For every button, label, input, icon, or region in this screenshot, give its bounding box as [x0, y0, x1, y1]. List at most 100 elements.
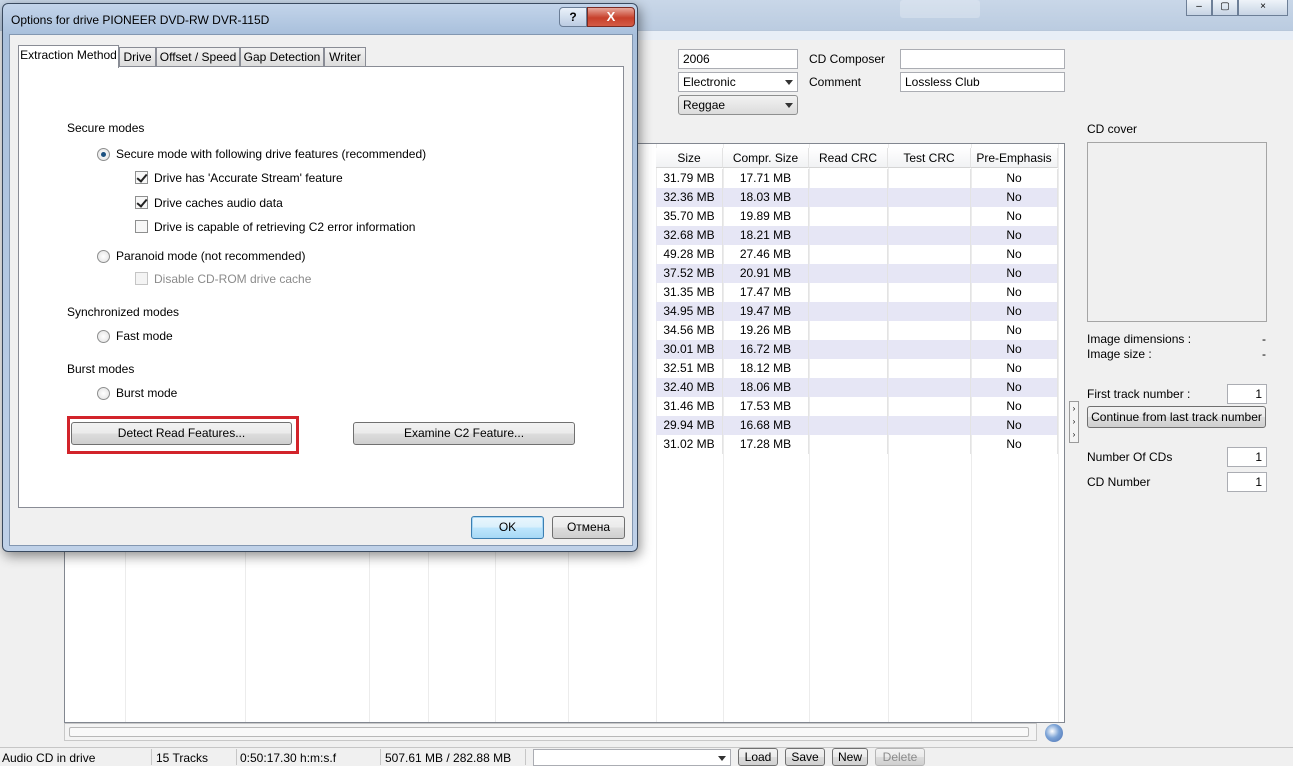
cell-size: 35.70 MB: [656, 207, 723, 226]
caches-audio-checkbox[interactable]: [135, 196, 148, 209]
year-field[interactable]: 2006: [678, 49, 798, 69]
number-of-cds-field[interactable]: 1: [1227, 447, 1267, 467]
close-button[interactable]: X: [587, 7, 635, 27]
table-body: 31.79 MB 17.71 MB No 32.36 MB 18.03 MB No 35.7…: [656, 169, 1058, 454]
column-header-test-crc[interactable]: Test CRC: [888, 148, 971, 168]
genre2-select[interactable]: Reggae: [678, 95, 798, 115]
cd-number-field[interactable]: 1: [1227, 472, 1267, 492]
tab-extraction-method[interactable]: Extraction Method: [18, 45, 119, 68]
c2-error-label[interactable]: Drive is capable of retrieving C2 error …: [154, 220, 415, 234]
delete-button[interactable]: Delete: [875, 748, 925, 766]
column-header-read-crc[interactable]: Read CRC: [809, 148, 888, 168]
cell-test-crc: [888, 226, 971, 245]
table-row[interactable]: 49.28 MB 27.46 MB No: [656, 245, 1058, 264]
help-button[interactable]: ?: [559, 7, 587, 27]
tab-writer[interactable]: Writer: [324, 47, 366, 67]
cell-compr-size: 17.53 MB: [723, 397, 809, 416]
genre-select[interactable]: Electronic: [678, 72, 798, 92]
comment-label: Comment: [809, 75, 862, 89]
cell-read-crc: [809, 169, 888, 188]
table-row[interactable]: 31.46 MB 17.53 MB No: [656, 397, 1058, 416]
first-track-field[interactable]: 1: [1227, 384, 1267, 404]
new-button[interactable]: New: [832, 748, 868, 766]
horizontal-scrollbar[interactable]: [64, 723, 1037, 741]
cell-size: 32.36 MB: [656, 188, 723, 207]
cell-test-crc: [888, 416, 971, 435]
fast-mode-radio[interactable]: [97, 330, 110, 343]
cd-composer-field[interactable]: [900, 49, 1065, 69]
fast-mode-label[interactable]: Fast mode: [116, 329, 173, 343]
tab-offset-speed[interactable]: Offset / Speed: [156, 47, 240, 67]
ok-button[interactable]: OK: [471, 516, 544, 539]
maximize-icon[interactable]: ▢: [1212, 0, 1238, 16]
examine-c2-feature-button[interactable]: Examine C2 Feature...: [353, 422, 575, 445]
secure-mode-label[interactable]: Secure mode with following drive feature…: [116, 147, 426, 161]
tab-drive[interactable]: Drive: [119, 47, 156, 67]
table-row[interactable]: 30.01 MB 16.72 MB No: [656, 340, 1058, 359]
close-icon[interactable]: ×: [1238, 0, 1288, 16]
table-row[interactable]: 37.52 MB 20.91 MB No: [656, 264, 1058, 283]
comment-field[interactable]: Lossless Club: [900, 72, 1065, 92]
detect-read-features-button[interactable]: Detect Read Features...: [71, 422, 292, 445]
table-row[interactable]: 32.36 MB 18.03 MB No: [656, 188, 1058, 207]
table-row[interactable]: 31.02 MB 17.28 MB No: [656, 435, 1058, 454]
paranoid-mode-radio[interactable]: [97, 250, 110, 263]
status-separator: [236, 749, 237, 765]
secure-mode-radio[interactable]: [97, 148, 110, 161]
cd-cover-label: CD cover: [1087, 122, 1138, 136]
drive-status-text: Audio CD in drive: [2, 751, 96, 765]
table-row[interactable]: 34.56 MB 19.26 MB No: [656, 321, 1058, 340]
cell-pre-emphasis: No: [971, 188, 1058, 207]
cell-size: 30.01 MB: [656, 340, 723, 359]
cell-compr-size: 18.03 MB: [723, 188, 809, 207]
load-button[interactable]: Load: [738, 748, 778, 766]
table-row[interactable]: 31.79 MB 17.71 MB No: [656, 169, 1058, 188]
table-row[interactable]: 32.40 MB 18.06 MB No: [656, 378, 1058, 397]
table-row[interactable]: 35.70 MB 19.89 MB No: [656, 207, 1058, 226]
table-row[interactable]: 31.35 MB 17.47 MB No: [656, 283, 1058, 302]
paranoid-mode-label[interactable]: Paranoid mode (not recommended): [116, 249, 305, 263]
panel-toggle-button[interactable]: › › ›: [1069, 401, 1079, 443]
disc-icon[interactable]: [1045, 724, 1063, 742]
cell-pre-emphasis: No: [971, 264, 1058, 283]
cell-read-crc: [809, 226, 888, 245]
continue-from-last-track-button[interactable]: Continue from last track number: [1087, 406, 1266, 428]
genre-select-value: Electronic: [683, 75, 736, 89]
cell-size: 49.28 MB: [656, 245, 723, 264]
burst-mode-label[interactable]: Burst mode: [116, 386, 177, 400]
burst-mode-radio[interactable]: [97, 387, 110, 400]
column-header-size[interactable]: Size: [656, 148, 723, 168]
profile-select[interactable]: [533, 749, 731, 766]
column-header-compr-size[interactable]: Compr. Size: [723, 148, 809, 168]
cd-cover-image[interactable]: [1087, 142, 1267, 322]
tab-gap-detection[interactable]: Gap Detection: [240, 47, 324, 67]
cancel-button[interactable]: Отмена: [552, 516, 625, 539]
table-header: Size Compr. Size Read CRC Test CRC Pre-E…: [656, 148, 1058, 168]
table-row[interactable]: 32.68 MB 18.21 MB No: [656, 226, 1058, 245]
accurate-stream-checkbox[interactable]: [135, 171, 148, 184]
cell-compr-size: 27.46 MB: [723, 245, 809, 264]
accurate-stream-label[interactable]: Drive has 'Accurate Stream' feature: [154, 171, 343, 185]
drive-options-dialog: Options for drive PIONEER DVD-RW DVR-115…: [2, 3, 638, 552]
cell-compr-size: 17.71 MB: [723, 169, 809, 188]
table-row[interactable]: 34.95 MB 19.47 MB No: [656, 302, 1058, 321]
dialog-title: Options for drive PIONEER DVD-RW DVR-115…: [11, 13, 270, 27]
scrollbar-thumb[interactable]: [69, 727, 1029, 737]
save-button[interactable]: Save: [785, 748, 825, 766]
disable-cache-label[interactable]: Disable CD-ROM drive cache: [154, 272, 311, 286]
status-separator: [380, 749, 381, 765]
minimize-icon[interactable]: –: [1186, 0, 1212, 16]
table-row[interactable]: 32.51 MB 18.12 MB No: [656, 359, 1058, 378]
table-row[interactable]: 29.94 MB 16.68 MB No: [656, 416, 1058, 435]
column-header-pre-emphasis[interactable]: Pre-Emphasis: [971, 148, 1058, 168]
cell-compr-size: 20.91 MB: [723, 264, 809, 283]
synchronized-modes-label: Synchronized modes: [67, 305, 180, 319]
caches-audio-label[interactable]: Drive caches audio data: [154, 196, 283, 210]
image-dimensions-value: -: [1262, 332, 1266, 346]
c2-error-checkbox[interactable]: [135, 220, 148, 233]
disable-cache-checkbox[interactable]: [135, 272, 148, 285]
cell-pre-emphasis: No: [971, 283, 1058, 302]
image-size-value: -: [1262, 347, 1266, 361]
status-bar: Audio CD in drive 15 Tracks 0:50:17.30 h…: [0, 747, 1293, 766]
cell-read-crc: [809, 435, 888, 454]
